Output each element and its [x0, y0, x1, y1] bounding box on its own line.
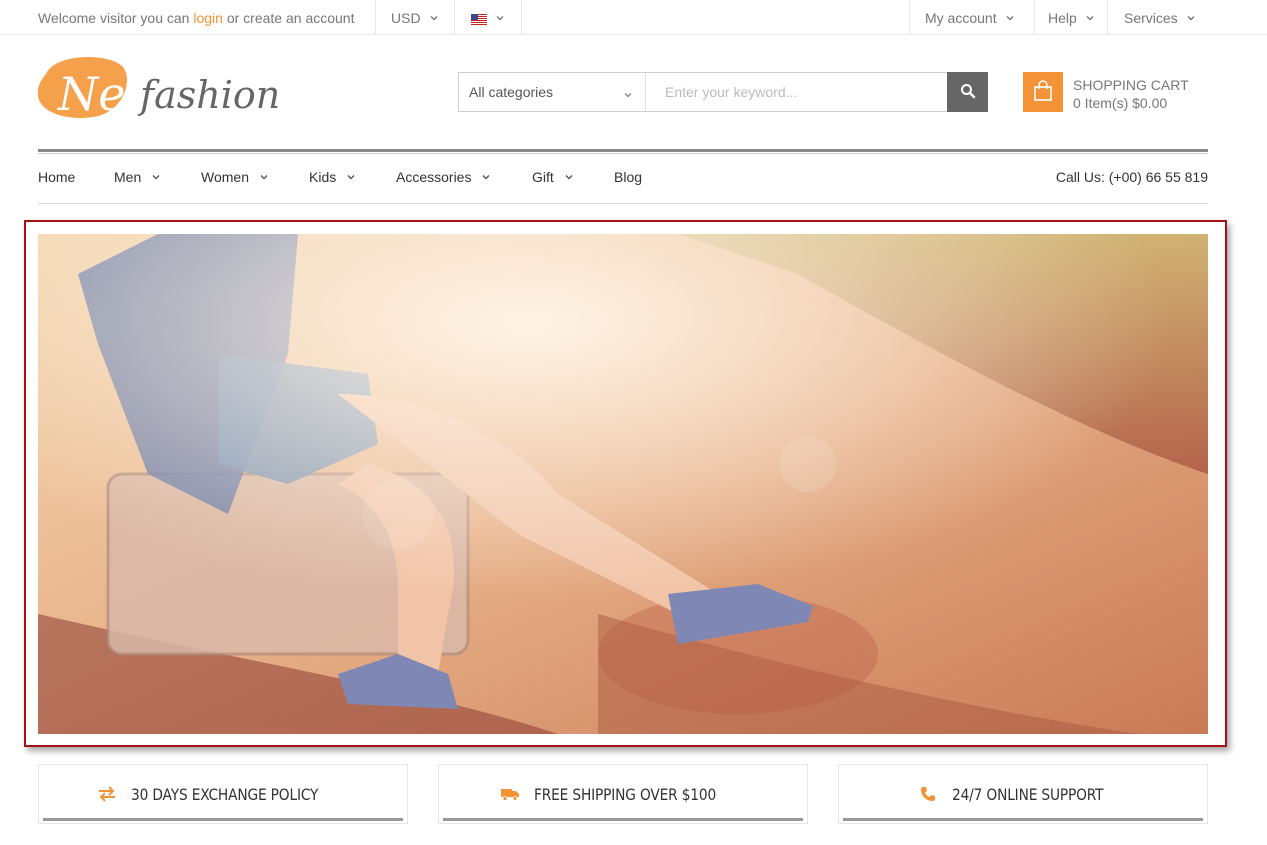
- nav-item-accessories[interactable]: Accessories: [396, 169, 491, 185]
- us-flag-icon: [471, 12, 487, 25]
- truck-icon: [500, 784, 520, 804]
- feature-exchange-policy: 30 DAYS EXCHANGE POLICY: [38, 764, 408, 824]
- nav-item-label: Kids: [309, 169, 337, 185]
- feature-underline: [443, 818, 803, 821]
- chevron-down-icon: [429, 13, 439, 23]
- nav-item-men[interactable]: Men: [114, 169, 161, 185]
- category-select-value: All categories: [469, 84, 554, 100]
- nav-item-label: Accessories: [396, 169, 472, 185]
- chevron-down-icon: [1005, 13, 1015, 23]
- category-select[interactable]: All categories: [459, 73, 646, 111]
- chevron-down-icon: [346, 169, 356, 185]
- chevron-down-icon: [151, 169, 161, 185]
- cart-summary[interactable]: 0 Item(s) $0.00: [1073, 95, 1167, 111]
- cart-title[interactable]: SHOPPING CART: [1073, 77, 1189, 93]
- services-menu[interactable]: Services: [1107, 0, 1267, 35]
- welcome-suffix[interactable]: or create an account: [227, 10, 355, 26]
- nav-item-label: Home: [38, 169, 76, 185]
- chevron-down-icon: [481, 169, 491, 185]
- feature-label: 30 DAYS EXCHANGE POLICY: [131, 784, 319, 804]
- welcome-prefix: Welcome visitor you can: [38, 10, 190, 26]
- language-selector[interactable]: [454, 0, 522, 35]
- exchange-arrows-icon: [97, 784, 117, 804]
- chevron-down-icon: [1085, 13, 1095, 23]
- welcome-message: Welcome visitor you can login or create …: [38, 10, 354, 26]
- nav-item-label: Gift: [532, 169, 554, 185]
- services-label: Services: [1124, 9, 1178, 26]
- nav-top-rule: [38, 149, 1208, 152]
- feature-underline: [843, 818, 1203, 821]
- hero-banner-image[interactable]: [38, 234, 1208, 734]
- my-account-menu[interactable]: My account: [909, 0, 1035, 35]
- search-button[interactable]: [947, 72, 988, 112]
- feature-online-support: 24/7 ONLINE SUPPORT: [838, 764, 1208, 824]
- chevron-down-icon: [623, 87, 633, 103]
- chevron-down-icon: [495, 13, 505, 23]
- chevron-down-icon: [1186, 13, 1196, 23]
- shopping-bag-icon: [1033, 79, 1053, 105]
- feature-free-shipping: FREE SHIPPING OVER $100: [438, 764, 808, 824]
- call-us-text: Call Us: (+00) 66 55 819: [1055, 169, 1208, 185]
- phone-icon: [918, 784, 938, 804]
- feature-underline: [43, 818, 403, 821]
- nav-item-label: Men: [114, 169, 142, 185]
- my-account-label: My account: [925, 9, 997, 26]
- nav-item-home[interactable]: Home: [38, 169, 75, 185]
- feature-label: FREE SHIPPING OVER $100: [534, 784, 717, 804]
- nav-top-rule-thin: [38, 153, 1208, 154]
- login-link[interactable]: login: [193, 10, 223, 26]
- top-bar: Welcome visitor you can login or create …: [0, 0, 1267, 35]
- currency-selector[interactable]: USD: [375, 0, 455, 35]
- nav-item-gift[interactable]: Gift: [532, 169, 574, 185]
- search-input[interactable]: [646, 73, 947, 111]
- nav-item-women[interactable]: Women: [201, 169, 269, 185]
- currency-label: USD: [391, 9, 421, 26]
- nav-bottom-rule: [38, 203, 1208, 204]
- chevron-down-icon: [259, 169, 269, 185]
- chevron-down-icon: [564, 169, 574, 185]
- feature-label: 24/7 ONLINE SUPPORT: [951, 784, 1104, 804]
- nav-item-blog[interactable]: Blog: [614, 169, 642, 185]
- help-label: Help: [1048, 9, 1077, 26]
- nav-item-label: Blog: [614, 169, 643, 185]
- logo-tail-text: fashion: [137, 73, 280, 117]
- site-logo[interactable]: Nella fashion: [36, 52, 296, 136]
- nav-item-label: Women: [201, 169, 249, 185]
- search-bar: All categories: [458, 72, 988, 112]
- search-icon: [960, 83, 976, 102]
- nav-item-kids[interactable]: Kids: [309, 169, 356, 185]
- cart-button[interactable]: [1023, 72, 1063, 112]
- help-menu[interactable]: Help: [1034, 0, 1108, 35]
